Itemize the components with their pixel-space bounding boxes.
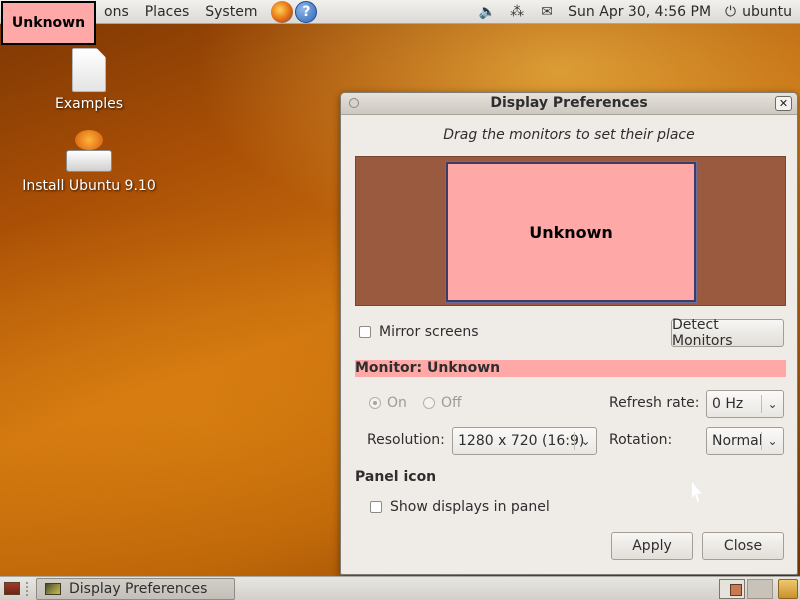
desktop-icon-install-ubuntu[interactable]: Install Ubuntu 9.10 [20,130,158,194]
resolution-value: 1280 x 720 (16:9) [458,433,585,449]
system-menu[interactable]: System [197,4,265,20]
instruction-text: Drag the monitors to set their place [443,127,695,143]
refresh-rate-select[interactable]: 0 Hz ⌄ [706,390,784,418]
show-displays-label: Show displays in panel [390,499,550,515]
chevron-down-icon: ⌄ [761,432,783,450]
task-display-preferences[interactable]: Display Preferences [36,578,235,600]
mail-icon[interactable]: ✉ [536,4,558,20]
help-icon[interactable]: ? [295,0,318,23]
system-tray: 🔈 ⁂ ✉ Sun Apr 30, 4:56 PM ⏻ ubuntu [468,0,800,24]
display-app-icon [45,583,61,595]
rotation-label: Rotation: [609,432,673,448]
monitor-arrangement-area: Unknown [355,156,786,306]
desktop-icon-examples[interactable]: Examples [44,48,134,112]
close-button[interactable]: Close [702,532,784,560]
clock[interactable]: Sun Apr 30, 4:56 PM [568,4,711,20]
rotation-value: Normal [712,433,763,449]
chevron-down-icon: ⌄ [761,395,783,413]
installer-icon [63,130,115,174]
resolution-select[interactable]: 1280 x 720 (16:9) ⌄ [452,427,597,455]
checkbox-icon[interactable] [370,501,382,513]
apply-button[interactable]: Apply [611,532,693,560]
show-displays-checkbox[interactable]: Show displays in panel [370,499,550,515]
user-menu[interactable]: ubuntu [742,4,792,20]
desktop-icon-label: Examples [54,96,124,112]
bottom-panel: Display Preferences [0,576,800,600]
volume-icon[interactable]: 🔈 [476,4,498,20]
top-panel: ons Places System ? 🔈 ⁂ ✉ Sun Apr 30, 4:… [0,0,800,24]
checkbox-icon[interactable] [359,326,371,338]
panel-icon-heading: Panel icon [355,469,437,485]
taskbar-grip[interactable] [26,582,30,596]
power-icon[interactable]: ⏻ [725,4,736,20]
applications-menu[interactable]: ons [96,4,137,20]
close-icon[interactable]: ✕ [775,96,792,111]
workspace-window-thumb [730,584,742,596]
mirror-screens-label: Mirror screens [379,324,479,340]
workspace-2[interactable] [747,579,773,599]
refresh-rate-value: 0 Hz [712,396,744,412]
on-radio[interactable]: On [369,395,407,411]
trash-icon[interactable] [778,579,798,599]
desktop-icon-label: Install Ubuntu 9.10 [22,178,156,194]
dialog-titlebar[interactable]: Display Preferences ✕ [341,93,797,115]
firefox-icon[interactable] [271,0,294,23]
places-menu[interactable]: Places [137,4,198,20]
radio-icon[interactable] [369,397,381,409]
network-icon[interactable]: ⁂ [506,4,528,20]
resolution-label: Resolution: [367,432,445,448]
monitor-box[interactable]: Unknown [445,161,697,303]
dialog-title: Display Preferences [490,95,648,111]
task-label: Display Preferences [69,581,208,597]
mirror-screens-checkbox[interactable]: Mirror screens [359,324,479,340]
off-radio[interactable]: Off [423,395,462,411]
monitor-identify-label: Unknown [1,1,96,45]
show-desktop-icon[interactable] [4,582,20,595]
folder-documents-icon [72,48,106,92]
refresh-rate-label: Refresh rate: [609,395,700,411]
on-label: On [387,395,407,411]
radio-icon[interactable] [423,397,435,409]
off-label: Off [441,395,462,411]
chevron-down-icon: ⌄ [574,432,596,450]
detect-monitors-button[interactable]: Detect Monitors [671,317,784,349]
rotation-select[interactable]: Normal ⌄ [706,427,784,455]
monitor-header: Monitor: Unknown [355,360,786,377]
display-preferences-dialog: Display Preferences ✕ Drag the monitors … [340,92,798,575]
